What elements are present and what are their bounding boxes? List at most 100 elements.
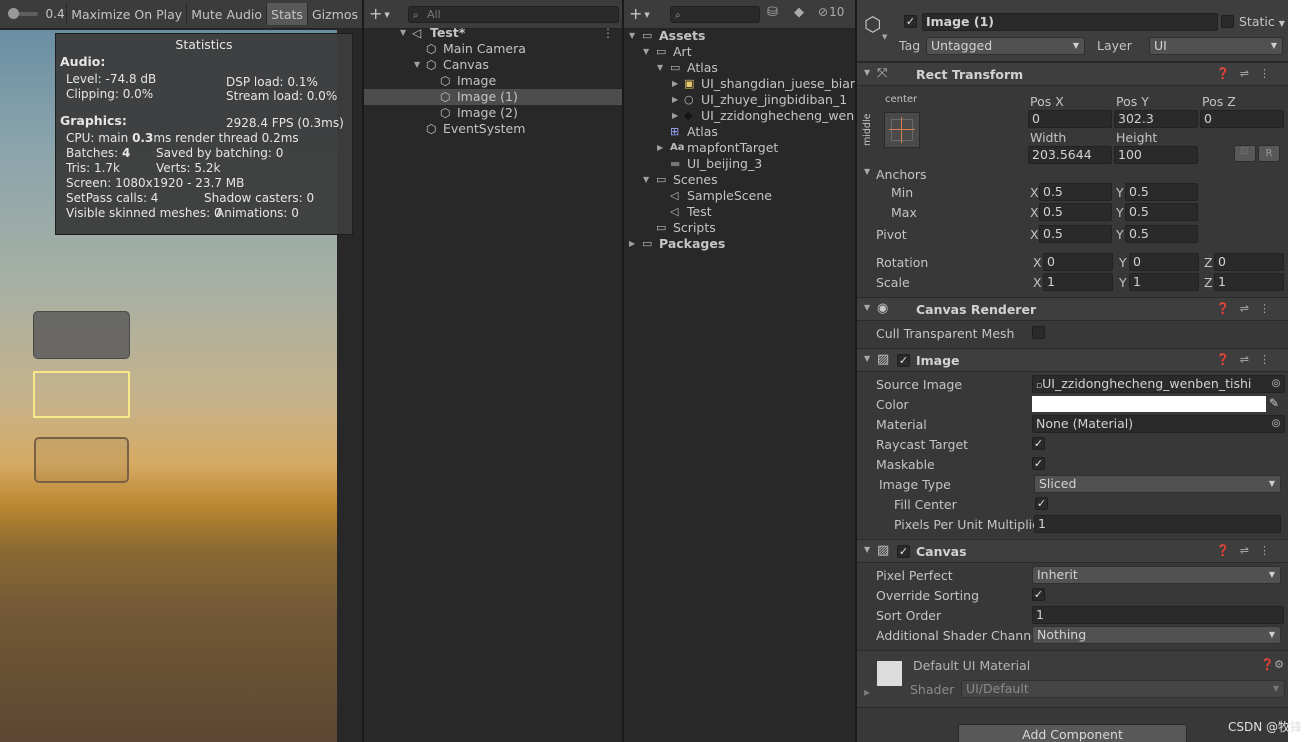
component-tools-icons[interactable]: ❓⇌⋮	[1216, 302, 1280, 315]
scale-slider[interactable]	[8, 8, 38, 19]
pivot-x-field[interactable]: 0.5	[1039, 225, 1112, 243]
project-item-assets[interactable]: ▼ ▭ Assets	[624, 28, 855, 44]
expand-triangle-icon[interactable]: ▼	[400, 25, 406, 41]
project-item-sprite-2[interactable]: ▶ ○ UI_zhuye_jingbidiban_1	[624, 92, 855, 108]
collapsed-triangle-icon[interactable]: ▶	[629, 236, 635, 252]
component-tools-icons[interactable]: ❓⇌⋮	[1216, 67, 1280, 80]
image-component-header[interactable]: ▼ ▨ ✓ Image ❓⇌⋮	[857, 348, 1288, 372]
hierarchy-item-canvas[interactable]: ▼ ⬡ Canvas	[364, 57, 622, 73]
width-field[interactable]: 203.5644	[1028, 146, 1112, 164]
gizmos-button[interactable]: Gizmos	[306, 3, 362, 25]
static-checkbox[interactable]	[1221, 15, 1234, 28]
collapsed-triangle-icon[interactable]: ▶	[672, 108, 678, 124]
fill-center-checkbox[interactable]: ✓	[1035, 497, 1048, 510]
project-item-beijing[interactable]: ▬ UI_beijing_3	[624, 156, 855, 172]
material-field[interactable]: None (Material) ◎	[1032, 415, 1285, 433]
override-sorting-checkbox[interactable]: ✓	[1032, 588, 1045, 601]
hierarchy-item-image-2[interactable]: ⬡ Image (2)	[364, 105, 622, 121]
blueprint-mode-button[interactable]: ⊡	[1234, 145, 1256, 162]
scale-y-field[interactable]: 1	[1129, 273, 1199, 291]
project-item-sprite-1[interactable]: ▶ ▣ UI_shangdian_juese_biankuang	[624, 76, 855, 92]
canvas-enabled-checkbox[interactable]: ✓	[897, 545, 910, 558]
fold-arrow-icon[interactable]: ▼	[864, 167, 870, 176]
hierarchy-search-input[interactable]: ⌕ All	[408, 6, 619, 23]
static-dropdown[interactable]: Static ▼	[1239, 14, 1285, 29]
expand-triangle-icon[interactable]: ▼	[629, 28, 635, 44]
project-item-test-scene[interactable]: ◁ Test	[624, 204, 855, 220]
anchor-min-y-field[interactable]: 0.5	[1125, 183, 1198, 201]
cull-transparent-checkbox[interactable]	[1032, 326, 1045, 339]
pixel-perfect-dropdown[interactable]: Inherit ▼	[1032, 566, 1281, 584]
sort-order-field[interactable]: 1	[1032, 606, 1284, 624]
project-item-sample-scene[interactable]: ◁ SampleScene	[624, 188, 855, 204]
scale-slider-knob[interactable]	[8, 8, 19, 19]
filter-by-label-icon[interactable]: ◆	[794, 5, 804, 20]
shader-dropdown[interactable]: UI/Default ▼	[961, 680, 1285, 698]
fold-arrow-icon[interactable]: ▼	[864, 303, 870, 312]
filter-by-type-icon[interactable]: ⛁	[767, 5, 778, 20]
object-picker-icon[interactable]: ◎	[1268, 376, 1284, 392]
active-checkbox[interactable]: ✓	[904, 15, 917, 28]
ppu-multiplier-field[interactable]: 1	[1034, 515, 1281, 533]
project-create-button[interactable]: + ▼	[629, 5, 659, 23]
posz-field[interactable]: 0	[1200, 110, 1284, 128]
project-item-packages[interactable]: ▶ ▭ Packages	[624, 236, 855, 252]
anchor-max-y-field[interactable]: 0.5	[1125, 203, 1198, 221]
collapsed-triangle-icon[interactable]: ▶	[672, 76, 678, 92]
posx-field[interactable]: 0	[1028, 110, 1112, 128]
expand-triangle-icon[interactable]: ▼	[643, 172, 649, 188]
material-tools-icons[interactable]: ❓⚙	[1260, 658, 1284, 671]
project-item-sprite-3[interactable]: ▶ ◆ UI_zzidonghecheng_wenben_tishi	[624, 108, 855, 124]
mute-audio-button[interactable]: Mute Audio	[186, 3, 266, 25]
scale-z-field[interactable]: 1	[1214, 273, 1284, 291]
project-item-atlas-folder[interactable]: ▼ ▭ Atlas	[624, 60, 855, 76]
project-item-font[interactable]: ▶ Aa mapfontTarget	[624, 140, 855, 156]
raycast-target-checkbox[interactable]: ✓	[1032, 437, 1045, 450]
anchor-max-x-field[interactable]: 0.5	[1039, 203, 1112, 221]
project-item-atlas-asset[interactable]: ⊞ Atlas	[624, 124, 855, 140]
image-enabled-checkbox[interactable]: ✓	[897, 354, 910, 367]
project-item-scripts[interactable]: ▭ Scripts	[624, 220, 855, 236]
project-item-scenes[interactable]: ▼ ▭ Scenes	[624, 172, 855, 188]
fold-arrow-icon[interactable]: ▼	[864, 545, 870, 554]
hidden-packages-icon[interactable]: ⊘10	[818, 5, 844, 19]
canvas-component-header[interactable]: ▼ ▨ ✓ Canvas ❓⇌⋮	[857, 539, 1288, 563]
component-tools-icons[interactable]: ❓⇌⋮	[1216, 353, 1280, 366]
rect-transform-header[interactable]: ▼ ⤧ Rect Transform ❓⇌⋮	[857, 62, 1288, 86]
create-button[interactable]: + ▼	[369, 5, 399, 23]
source-image-field[interactable]: ▫UI_zzidonghecheng_wenben_tishi ◎	[1032, 375, 1285, 393]
tag-dropdown[interactable]: Untagged ▼	[926, 37, 1085, 55]
fold-arrow-icon[interactable]: ▼	[864, 354, 870, 363]
canvas-renderer-header[interactable]: ▼ ◉ Canvas Renderer ❓⇌⋮	[857, 297, 1288, 321]
anchor-min-x-field[interactable]: 0.5	[1039, 183, 1112, 201]
collapsed-triangle-icon[interactable]: ▶	[672, 92, 678, 108]
expand-triangle-icon[interactable]: ▼	[657, 60, 663, 76]
rotation-z-field[interactable]: 0	[1214, 253, 1284, 271]
expand-triangle-icon[interactable]: ▼	[643, 44, 649, 60]
eyedropper-icon[interactable]: ✎	[1269, 396, 1279, 410]
object-picker-icon[interactable]: ◎	[1268, 416, 1284, 432]
pivot-y-field[interactable]: 0.5	[1125, 225, 1198, 243]
kebab-menu-icon[interactable]: ⋮	[602, 25, 614, 41]
collapsed-triangle-icon[interactable]: ▶	[657, 140, 663, 156]
layer-dropdown[interactable]: UI ▼	[1149, 37, 1283, 55]
hierarchy-item-image[interactable]: ⬡ Image	[364, 73, 622, 89]
project-search-input[interactable]: ⌕	[670, 6, 760, 23]
add-component-button[interactable]: Add Component	[958, 724, 1187, 742]
maximize-on-play-button[interactable]: Maximize On Play	[66, 3, 186, 25]
gameobject-cube-icon[interactable]: ⬡	[864, 12, 881, 36]
height-field[interactable]: 100	[1114, 146, 1198, 164]
raw-edit-mode-button[interactable]: R	[1258, 145, 1280, 162]
scale-x-field[interactable]: 1	[1043, 273, 1113, 291]
fold-arrow-icon[interactable]: ▶	[864, 688, 870, 697]
hierarchy-scene-row[interactable]: ▼ ◁ Test* ⋮	[364, 25, 622, 41]
hierarchy-item-eventsystem[interactable]: ⬡ EventSystem	[364, 121, 622, 137]
anchor-presets-button[interactable]	[884, 112, 920, 148]
posy-field[interactable]: 302.3	[1114, 110, 1198, 128]
hierarchy-item-main-camera[interactable]: ⬡ Main Camera	[364, 41, 622, 57]
image-type-dropdown[interactable]: Sliced ▼	[1034, 475, 1281, 493]
fold-arrow-icon[interactable]: ▼	[864, 68, 870, 77]
maskable-checkbox[interactable]: ✓	[1032, 457, 1045, 470]
expand-triangle-icon[interactable]: ▼	[414, 57, 420, 73]
icon-dropdown-arrow-icon[interactable]: ▼	[882, 33, 887, 41]
